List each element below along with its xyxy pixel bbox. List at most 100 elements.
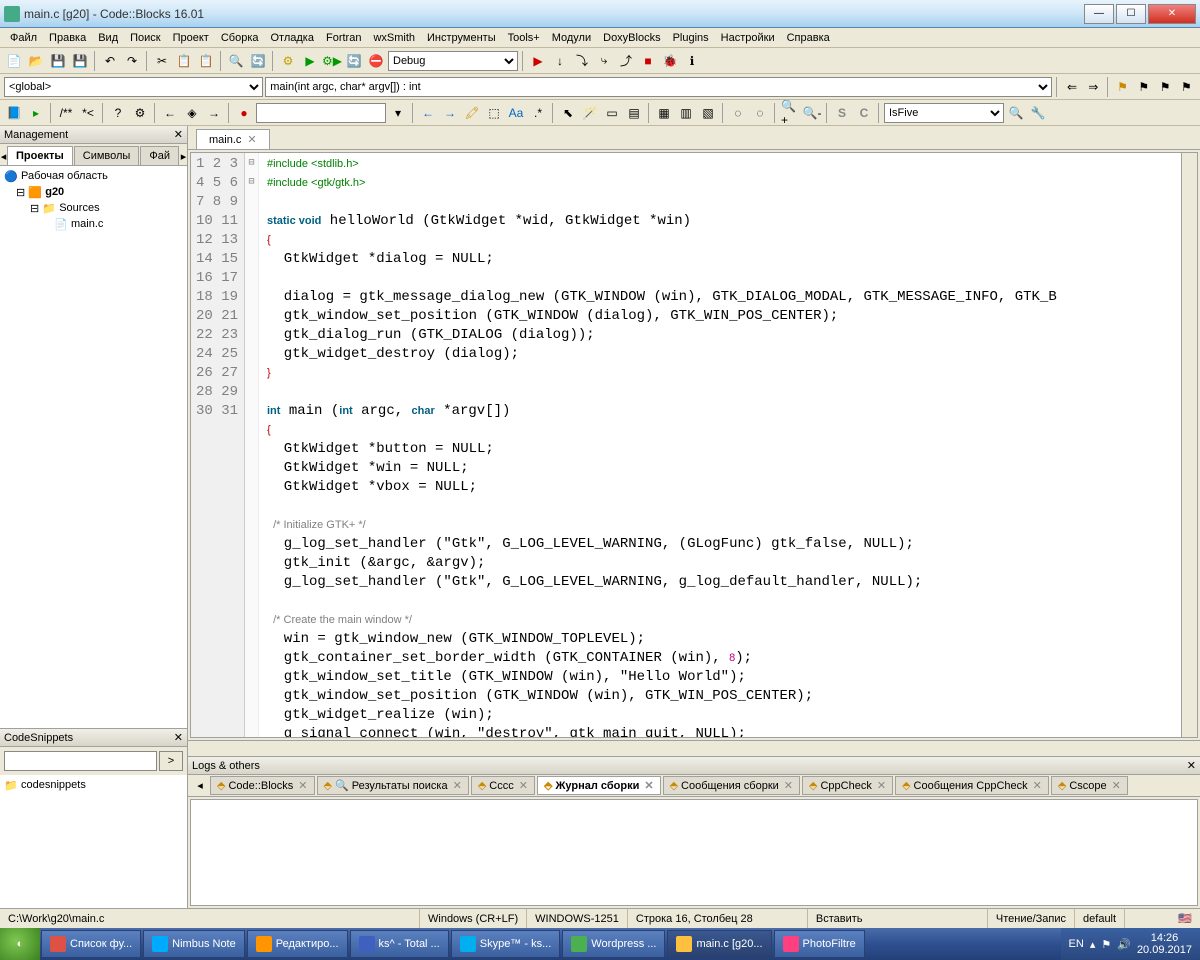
find-button[interactable]: 🔍 <box>226 51 246 71</box>
menu-справка[interactable]: Справка <box>781 30 836 46</box>
highlight-icon[interactable]: 🖍 <box>462 103 482 123</box>
menu-модули[interactable]: Модули <box>546 30 597 46</box>
arrow-right-icon[interactable]: → <box>440 103 460 123</box>
taskbar-item-3[interactable]: ks^ - Total ... <box>350 930 449 958</box>
bookmark-next-button[interactable]: ⚑ <box>1155 77 1174 97</box>
menu-fortran[interactable]: Fortran <box>320 30 367 46</box>
log-tab-4[interactable]: ⬘ Сообщения сборки ✕ <box>663 776 800 795</box>
snippets-close-icon[interactable]: ✕ <box>174 731 183 744</box>
fold-column[interactable]: ⊟ ⊟ <box>245 153 259 737</box>
vertical-scrollbar[interactable] <box>1181 153 1197 737</box>
log-tab-1[interactable]: ⬘ 🔍 Результаты поиска ✕ <box>317 776 469 795</box>
log-tab-nav-left[interactable]: ◂ <box>192 777 208 795</box>
replace-button[interactable]: 🔄 <box>248 51 268 71</box>
taskbar-item-0[interactable]: Список фу... <box>41 930 141 958</box>
menu-wxsmith[interactable]: wxSmith <box>367 30 421 46</box>
debug-start-button[interactable]: ▶ <box>528 51 548 71</box>
menu-правка[interactable]: Правка <box>43 30 92 46</box>
cut-button[interactable]: ✂ <box>152 51 172 71</box>
log-tab-3[interactable]: ⬘ Журнал сборки ✕ <box>537 776 661 795</box>
snippets-search-button[interactable]: > <box>159 751 183 771</box>
menu-настройки[interactable]: Настройки <box>715 30 781 46</box>
menu-поиск[interactable]: Поиск <box>124 30 166 46</box>
doxyblock-icon[interactable]: 📘 <box>4 103 24 123</box>
record-icon[interactable]: ● <box>234 103 254 123</box>
taskbar-item-1[interactable]: Nimbus Note <box>143 930 245 958</box>
build-button[interactable]: ⚙ <box>278 51 298 71</box>
identifier-select[interactable]: IsFive <box>884 103 1004 123</box>
tab-symbols[interactable]: Символы <box>74 146 140 165</box>
arrow-left-icon[interactable]: ← <box>418 103 438 123</box>
wrench-icon[interactable]: 🔧 <box>1028 103 1048 123</box>
log-tab-2[interactable]: ⬘ Cccc ✕ <box>471 776 535 795</box>
taskbar-item-5[interactable]: Wordpress ... <box>562 930 665 958</box>
open-button[interactable]: 📂 <box>26 51 46 71</box>
incremental-search-input[interactable] <box>256 103 386 123</box>
close-button[interactable]: ✕ <box>1148 4 1196 24</box>
bookmark-clear-button[interactable]: ⚑ <box>1177 77 1196 97</box>
file-tab-main-c[interactable]: main.c ✕ <box>196 129 270 149</box>
save-button[interactable]: 💾 <box>48 51 68 71</box>
menu-doxyblocks[interactable]: DoxyBlocks <box>597 30 666 46</box>
nav-fwd-button[interactable]: ⇒ <box>1084 77 1103 97</box>
log-tab-5[interactable]: ⬘ CppCheck ✕ <box>802 776 893 795</box>
run-to-cursor-button[interactable]: ↓ <box>550 51 570 71</box>
bookmark-prev-button[interactable]: ⚑ <box>1134 77 1153 97</box>
build-target-select[interactable]: Debug <box>388 51 518 71</box>
undo-button[interactable]: ↶ <box>100 51 120 71</box>
letter-s-icon[interactable]: S <box>832 103 852 123</box>
debug-info-button[interactable]: ℹ <box>682 51 702 71</box>
log-tab-0[interactable]: ⬘ Code::Blocks ✕ <box>210 776 315 795</box>
tab-nav-left[interactable]: ◂ <box>0 147 7 165</box>
taskbar-item-6[interactable]: main.c [g20... <box>667 930 771 958</box>
project-tree[interactable]: 🔵Рабочая область ⊟🟧g20 ⊟📁Sources 📄main.c <box>0 166 187 728</box>
rebuild-button[interactable]: 🔄 <box>344 51 364 71</box>
nav-back-button[interactable]: ⇐ <box>1062 77 1081 97</box>
paste-button[interactable]: 📋 <box>196 51 216 71</box>
step-over-button[interactable]: ⤵ <box>572 51 592 71</box>
search-id-icon[interactable]: 🔍 <box>1006 103 1026 123</box>
management-close-icon[interactable]: ✕ <box>174 128 183 141</box>
selection-icon[interactable]: ⬚ <box>484 103 504 123</box>
jump-back-button[interactable]: ← <box>160 103 180 123</box>
menu-tools+[interactable]: Tools+ <box>502 30 546 46</box>
layout2-icon[interactable]: ▥ <box>676 103 696 123</box>
horizontal-scrollbar[interactable] <box>188 740 1200 756</box>
step-into-button[interactable]: ⤷ <box>594 51 614 71</box>
wizard-icon[interactable]: 🪄 <box>580 103 600 123</box>
debug-stop-button[interactable]: ■ <box>638 51 658 71</box>
panel-icon[interactable]: ▤ <box>624 103 644 123</box>
snippets-search-input[interactable] <box>4 751 157 771</box>
zoom-in-icon[interactable]: 🔍+ <box>780 103 800 123</box>
taskbar-item-7[interactable]: PhotoFiltre <box>774 930 865 958</box>
tray-flag-icon[interactable]: ⚑ <box>1101 938 1111 951</box>
tab-projects[interactable]: Проекты <box>7 146 73 165</box>
start-button[interactable]: ◐ <box>0 928 40 960</box>
taskbar-item-4[interactable]: Skype™ - ks... <box>451 930 561 958</box>
run-button[interactable]: ▶ <box>300 51 320 71</box>
comment-line-button[interactable]: *< <box>78 103 98 123</box>
menu-вид[interactable]: Вид <box>92 30 124 46</box>
copy-button[interactable]: 📋 <box>174 51 194 71</box>
stop-button[interactable]: ⛔ <box>366 51 386 71</box>
system-tray[interactable]: EN ▴ ⚑ 🔊 14:26 20.09.2017 <box>1061 928 1200 960</box>
tab-files[interactable]: Фай <box>140 146 179 165</box>
menu-инструменты[interactable]: Инструменты <box>421 30 502 46</box>
text-aa-icon[interactable]: Aa <box>506 103 526 123</box>
menu-сборка[interactable]: Сборка <box>215 30 265 46</box>
menu-plugins[interactable]: Plugins <box>667 30 715 46</box>
log-body[interactable] <box>190 799 1198 906</box>
box-icon[interactable]: ▭ <box>602 103 622 123</box>
letter-c-icon[interactable]: C <box>854 103 874 123</box>
bookmark-flag-icon[interactable]: ⚑ <box>1113 77 1132 97</box>
code-content[interactable]: #include <stdlib.h> #include <gtk/gtk.h>… <box>259 153 1181 737</box>
log-tab-7[interactable]: ⬘ Cscope ✕ <box>1051 776 1128 795</box>
zoom-out-icon[interactable]: 🔍- <box>802 103 822 123</box>
save-all-button[interactable]: 💾 <box>70 51 90 71</box>
taskbar-item-2[interactable]: Редактиро... <box>247 930 348 958</box>
code-editor[interactable]: 1 2 3 4 5 6 7 8 9 10 11 12 13 14 15 16 1… <box>190 152 1198 738</box>
menu-проект[interactable]: Проект <box>167 30 215 46</box>
tab-nav-right[interactable]: ▸ <box>180 147 187 165</box>
tray-volume-icon[interactable]: 🔊 <box>1117 938 1131 951</box>
file-tab-close-icon[interactable]: ✕ <box>247 133 256 146</box>
